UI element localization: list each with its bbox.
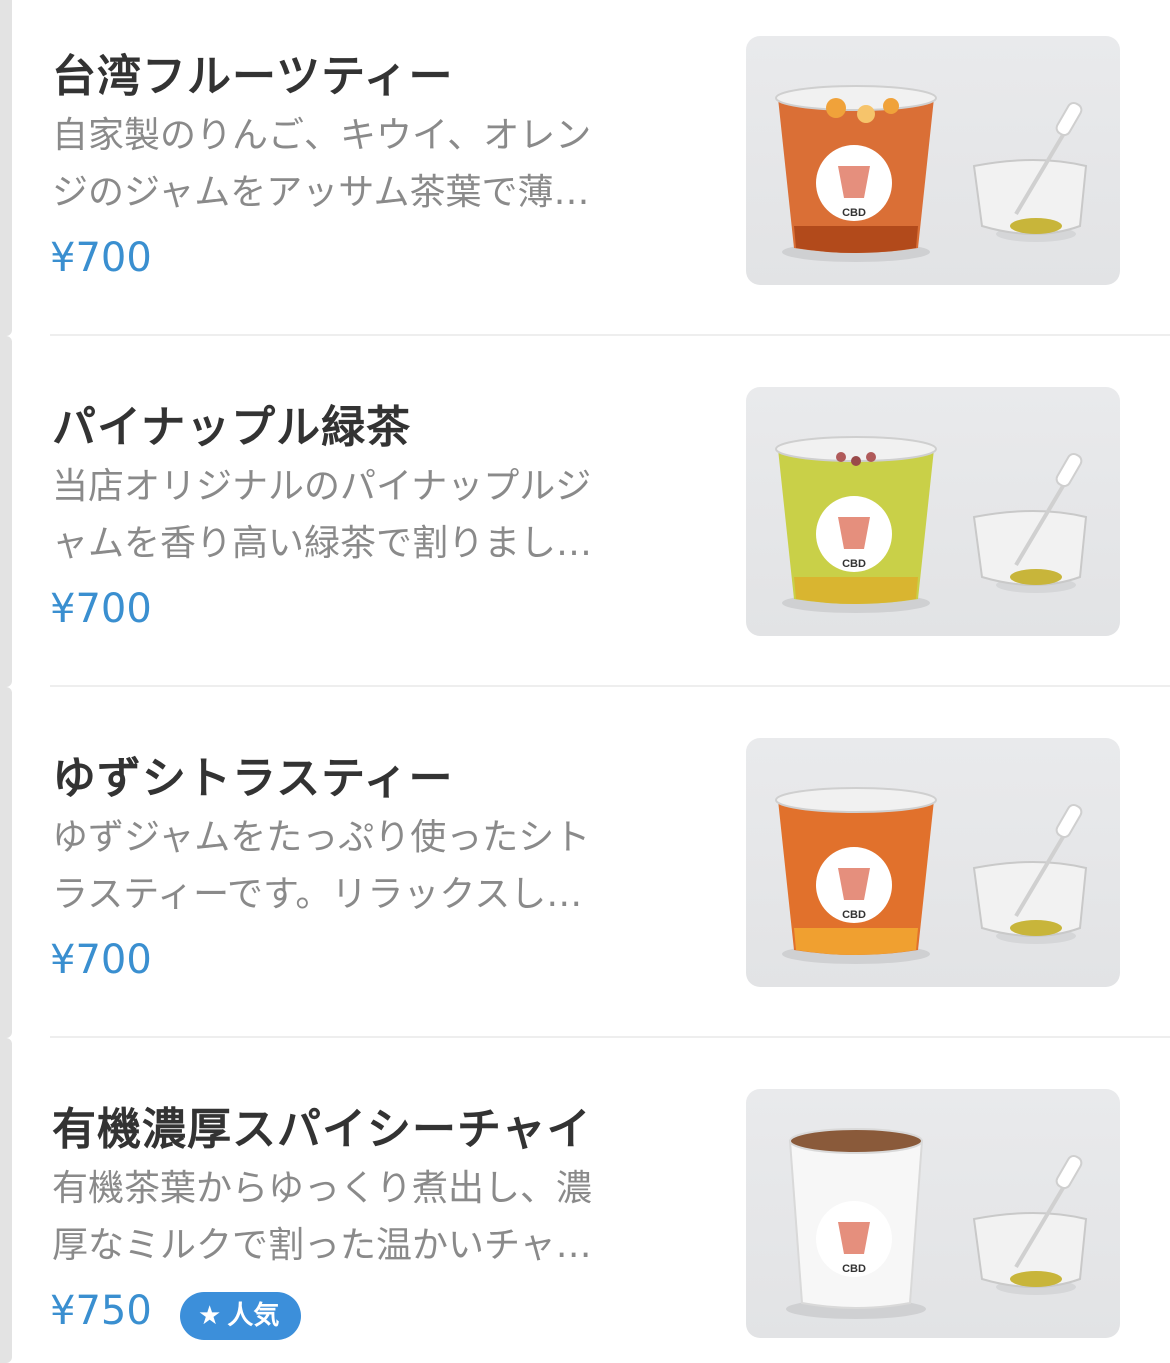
item-title: 台湾フルーツティー bbox=[52, 51, 454, 102]
logo-text: CBD bbox=[842, 207, 866, 219]
menu-item[interactable]: 台湾フルーツティー 自家製のりんご、キウイ、オレン ジのジャムをアッサム茶葉で薄… bbox=[0, 0, 1170, 336]
item-description: 有機茶葉からゆっくり煮出し、濃 厚なミルクで割った温かいチャ… bbox=[52, 1160, 672, 1274]
desc-line: ジのジャムをアッサム茶葉で薄… bbox=[52, 172, 590, 213]
item-price: ¥750 bbox=[50, 1288, 152, 1334]
menu-item[interactable]: 有機濃厚スパイシーチャイ 有機茶葉からゆっくり煮出し、濃 厚なミルクで割った温か… bbox=[0, 1038, 1170, 1363]
star-icon: ★ bbox=[198, 1301, 222, 1331]
item-title: ゆずシトラスティー bbox=[52, 753, 454, 804]
item-price: ¥700 bbox=[50, 235, 152, 281]
desc-line: 有機茶葉からゆっくり煮出し、濃 bbox=[52, 1168, 593, 1209]
menu-list: 台湾フルーツティー 自家製のりんご、キウイ、オレン ジのジャムをアッサム茶葉で薄… bbox=[0, 0, 1170, 1363]
drink-illustration: CBD bbox=[775, 787, 1088, 964]
logo-text: CBD bbox=[842, 909, 866, 921]
menu-item[interactable]: パイナップル緑茶 当店オリジナルのパイナップルジ ャムを香り高い緑茶で割りまし…… bbox=[0, 336, 1170, 687]
item-title: パイナップル緑茶 bbox=[52, 402, 412, 453]
category-edge bbox=[0, 0, 12, 336]
item-price: ¥700 bbox=[50, 586, 152, 632]
desc-line: 厚なミルクで割った温かいチャ… bbox=[52, 1225, 592, 1266]
item-description: 当店オリジナルのパイナップルジ ャムを香り高い緑茶で割りまし… bbox=[52, 458, 672, 572]
desc-line: 当店オリジナルのパイナップルジ bbox=[52, 466, 592, 507]
item-price: ¥700 bbox=[50, 937, 152, 983]
desc-line: ゆずジャムをたっぷり使ったシト bbox=[52, 817, 591, 858]
menu-item[interactable]: ゆずシトラスティー ゆずジャムをたっぷり使ったシト ラスティーです。リラックスし… bbox=[0, 687, 1170, 1038]
drink-illustration: CBD bbox=[775, 436, 1088, 613]
badge-label: 人気 bbox=[227, 1301, 280, 1331]
item-title: 有機濃厚スパイシーチャイ bbox=[52, 1104, 592, 1155]
item-photo[interactable]: CBD bbox=[746, 738, 1120, 987]
item-photo[interactable]: CBD bbox=[746, 36, 1120, 285]
desc-line: 自家製のりんご、キウイ、オレン bbox=[52, 115, 592, 156]
category-edge bbox=[0, 1038, 12, 1363]
drink-illustration: CBD bbox=[775, 85, 1088, 262]
item-photo[interactable]: CBD bbox=[746, 1089, 1120, 1338]
item-photo[interactable]: CBD bbox=[746, 387, 1120, 636]
desc-line: ャムを香り高い緑茶で割りまし… bbox=[52, 523, 593, 564]
item-description: 自家製のりんご、キウイ、オレン ジのジャムをアッサム茶葉で薄… bbox=[52, 107, 672, 221]
logo-text: CBD bbox=[842, 1263, 866, 1275]
popular-badge: ★ 人気 bbox=[180, 1292, 302, 1340]
item-description: ゆずジャムをたっぷり使ったシト ラスティーです。リラックスし… bbox=[52, 809, 672, 923]
desc-line: ラスティーです。リラックスし… bbox=[52, 874, 583, 915]
category-edge bbox=[0, 687, 12, 1038]
category-edge bbox=[0, 336, 12, 687]
logo-text: CBD bbox=[842, 558, 866, 570]
drink-illustration: CBD bbox=[786, 1128, 1088, 1319]
